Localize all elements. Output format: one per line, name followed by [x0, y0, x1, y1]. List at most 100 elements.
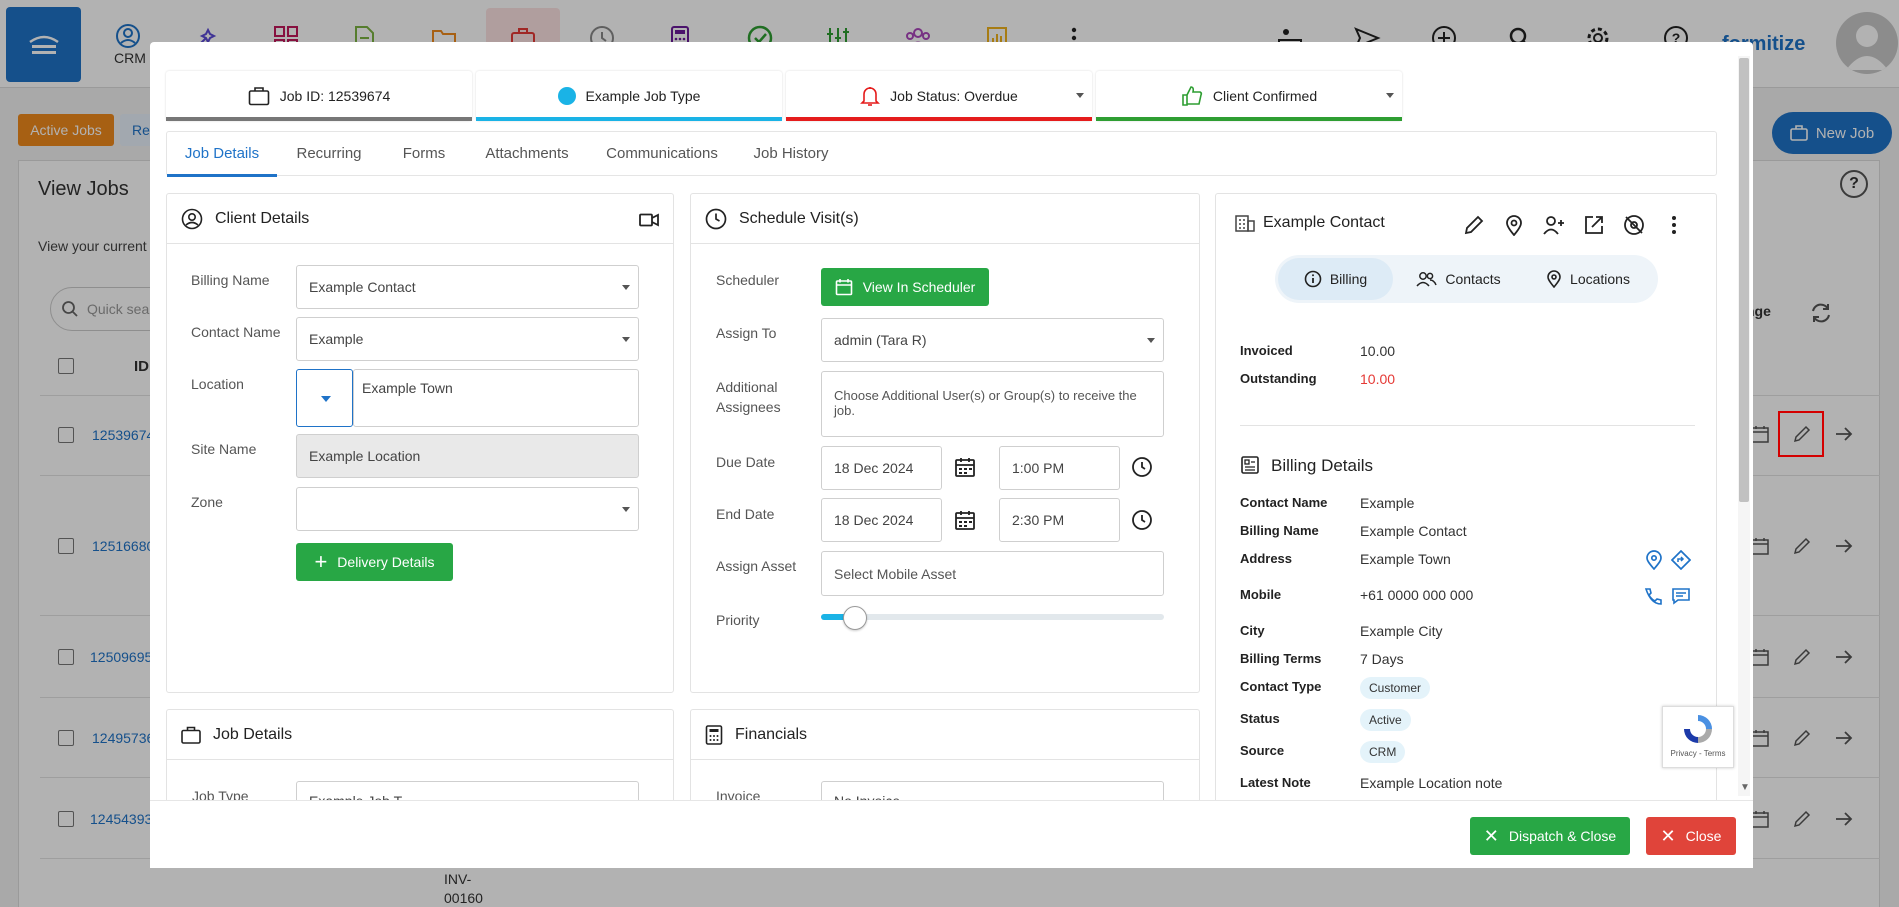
tab-billing-label: Billing [1329, 271, 1368, 287]
job-type-bar [476, 117, 782, 121]
edit-button-highlight[interactable] [1778, 411, 1824, 457]
chevron-down-icon [1147, 338, 1155, 343]
client-confirmed-text: Client Confirmed [1212, 88, 1318, 104]
eye-off-icon[interactable] [1623, 214, 1645, 236]
clock-icon[interactable] [1131, 509, 1153, 534]
contact-name-select[interactable]: Example [296, 317, 639, 361]
due-time-value: 1:00 PM [1012, 460, 1065, 476]
additional-assignees-placeholder: Choose Additional User(s) or Group(s) to… [834, 388, 1137, 418]
clock-icon[interactable] [1131, 456, 1153, 481]
detail-label: Mobile [1240, 587, 1282, 602]
users-icon [1416, 272, 1438, 287]
contact-panel-toolbar [1463, 214, 1685, 236]
job-type-card[interactable]: Example Job Type [476, 71, 782, 121]
location-dropdown-button[interactable] [296, 369, 353, 427]
tab-billing[interactable]: Billing [1278, 258, 1393, 300]
latest-note-label: Latest Note [1240, 775, 1311, 790]
message-icon[interactable] [1671, 587, 1691, 608]
job-status-text: Job Status: Overdue [890, 88, 1018, 104]
tab-locations[interactable]: Locations [1523, 258, 1653, 300]
detail-label: Billing Terms [1240, 651, 1322, 666]
calendar-icon[interactable] [954, 509, 976, 534]
zone-select[interactable] [296, 487, 639, 531]
tab-contacts[interactable]: Contacts [1393, 258, 1523, 300]
directions-icon[interactable] [1670, 549, 1692, 573]
add-user-icon[interactable] [1543, 214, 1565, 236]
job-id-text: Job ID: 12539674 [279, 88, 391, 104]
job-type-text: Example Job Type [585, 88, 701, 104]
end-date-input[interactable]: 18 Dec 2024 [821, 498, 942, 542]
close-label: Close [1685, 828, 1722, 844]
recaptcha-icon [1684, 715, 1712, 743]
tab-forms[interactable]: Forms [381, 132, 467, 177]
detail-value: 7 Days [1360, 651, 1404, 667]
user-circle-icon [181, 208, 203, 229]
map-pin-icon[interactable] [1503, 214, 1525, 236]
assign-asset-label: Assign Asset [716, 558, 797, 574]
status-badge: Active [1360, 709, 1411, 731]
video-camera-icon[interactable] [639, 213, 659, 227]
tab-contacts-label: Contacts [1445, 271, 1501, 287]
outstanding-label: Outstanding [1240, 371, 1317, 386]
chevron-down-icon [1386, 93, 1394, 98]
due-time-input[interactable]: 1:00 PM [999, 446, 1120, 490]
chevron-down-icon [622, 285, 630, 290]
assign-to-select[interactable]: admin (Tara R) [821, 318, 1164, 362]
tab-recurring[interactable]: Recurring [277, 132, 381, 177]
due-date-label: Due Date [716, 454, 776, 470]
financials-card: Financials Invoice No Invoice [690, 709, 1200, 804]
detail-value: Example City [1360, 623, 1443, 639]
invoiced-label: Invoiced [1240, 343, 1293, 358]
recaptcha-badge[interactable]: Privacy - Terms [1662, 706, 1734, 768]
due-date-input[interactable]: 18 Dec 2024 [821, 446, 942, 490]
tab-job-details[interactable]: Job Details [167, 132, 277, 177]
job-status-bar [786, 117, 1092, 121]
job-tabs: Job Details Recurring Forms Attachments … [166, 131, 1717, 177]
end-date-label: End Date [716, 506, 775, 522]
dispatch-close-label: Dispatch & Close [1508, 828, 1617, 844]
billing-details-icon [1241, 456, 1259, 477]
modal-scrollbar-thumb[interactable] [1739, 58, 1749, 502]
close-button[interactable]: ✕ Close [1646, 817, 1736, 855]
end-date-value: 18 Dec 2024 [834, 512, 914, 528]
end-time-input[interactable]: 2:30 PM [999, 498, 1120, 542]
contact-type-badge: Customer [1360, 677, 1431, 699]
delivery-details-button[interactable]: + Delivery Details [296, 543, 453, 581]
map-pin-icon [1547, 270, 1561, 288]
client-confirmed-card[interactable]: Client Confirmed [1096, 71, 1402, 121]
additional-assignees-input[interactable]: Choose Additional User(s) or Group(s) to… [821, 371, 1164, 437]
map-pin-icon[interactable] [1645, 550, 1663, 573]
location-value: Example Town [362, 380, 453, 396]
billing-name-select[interactable]: Example Contact [296, 265, 639, 309]
more-vertical-icon[interactable] [1663, 214, 1685, 236]
detail-value: Example Town [1360, 551, 1451, 567]
job-details-card: Job Details Job Type Example Job T... [166, 709, 674, 804]
briefcase-icon [248, 87, 270, 106]
tab-job-history[interactable]: Job History [737, 132, 845, 177]
zone-label: Zone [191, 494, 223, 510]
tab-attachments[interactable]: Attachments [467, 132, 587, 177]
client-confirmed-bar [1096, 117, 1402, 121]
clock-icon [705, 208, 727, 229]
phone-icon[interactable] [1643, 587, 1663, 608]
view-in-scheduler-button[interactable]: View In Scheduler [821, 268, 989, 306]
tab-communications[interactable]: Communications [587, 132, 737, 177]
close-x-icon: ✕ [1660, 825, 1676, 846]
outstanding-value: 10.00 [1360, 371, 1396, 387]
external-link-icon[interactable] [1583, 214, 1605, 236]
source-label: Source [1240, 743, 1285, 758]
schedule-header: Schedule Visit(s) [691, 194, 1199, 244]
job-status-card[interactable]: Job Status: Overdue [786, 71, 1092, 121]
location-textarea[interactable]: Example Town [353, 369, 639, 427]
dispatch-close-button[interactable]: ✕ Dispatch & Close [1470, 817, 1630, 855]
edit-pencil-icon[interactable] [1463, 214, 1485, 236]
calendar-icon[interactable] [954, 456, 976, 481]
assign-asset-input[interactable]: Select Mobile Asset [821, 551, 1164, 596]
billing-details-title: Billing Details [1271, 456, 1374, 475]
scroll-down-arrow[interactable]: ▼ [1740, 782, 1750, 793]
plus-icon: + [314, 549, 328, 574]
priority-slider-track[interactable] [821, 614, 1164, 620]
thumbs-up-icon [1182, 86, 1202, 106]
billing-name-value: Example Contact [309, 279, 416, 295]
contact-name-label: Contact Name [191, 324, 281, 340]
